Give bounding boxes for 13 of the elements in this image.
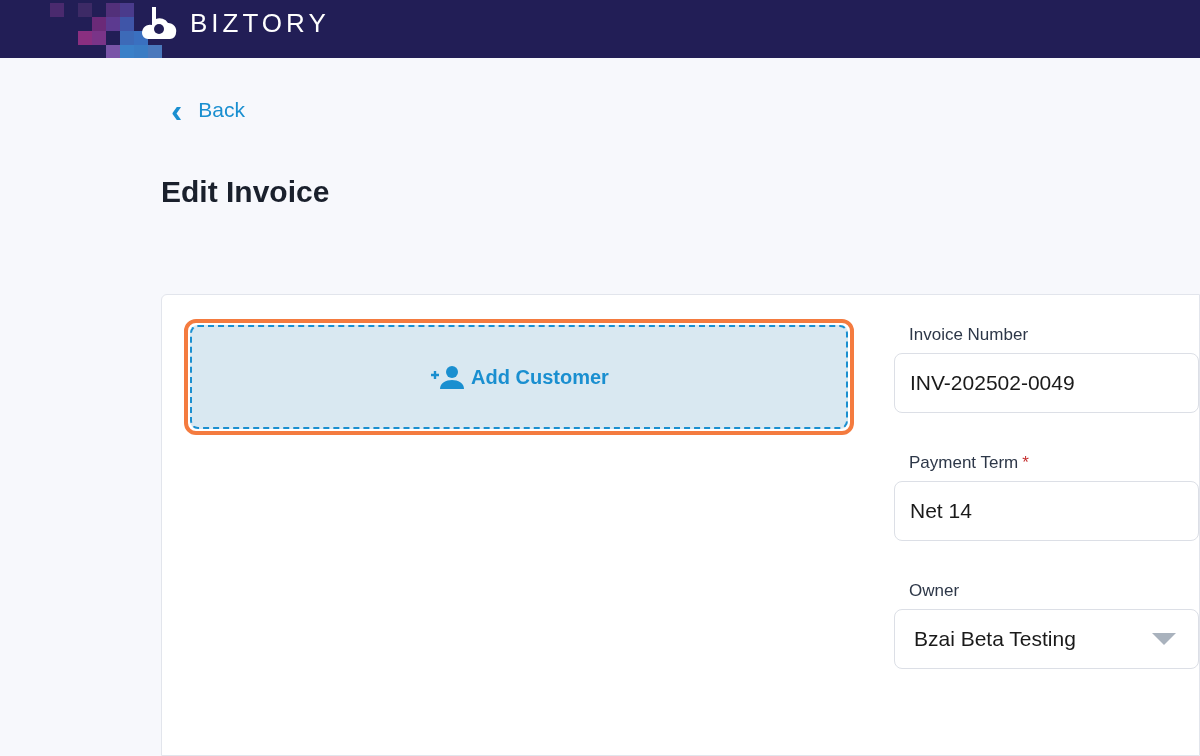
text-input-field[interactable]: INV-202502-0049 <box>894 352 1199 413</box>
field-label: Payment Term <box>909 451 1019 474</box>
back-chevron-icon: ‹ <box>171 94 183 125</box>
field-label: Invoice Number <box>909 323 1029 346</box>
text-input-field[interactable]: Net 14 <box>894 480 1199 541</box>
field-label: Owner <box>909 579 960 602</box>
logo-text: BIZTORY <box>190 7 330 40</box>
dropdown-caret-icon <box>1152 632 1176 645</box>
select-value: Bzai Beta Testing <box>914 625 1076 652</box>
required-mark: * <box>1022 451 1029 474</box>
page-title: Edit Invoice <box>161 173 331 210</box>
owner-select[interactable]: Bzai Beta Testing <box>894 608 1199 669</box>
add-person-icon <box>429 364 466 389</box>
